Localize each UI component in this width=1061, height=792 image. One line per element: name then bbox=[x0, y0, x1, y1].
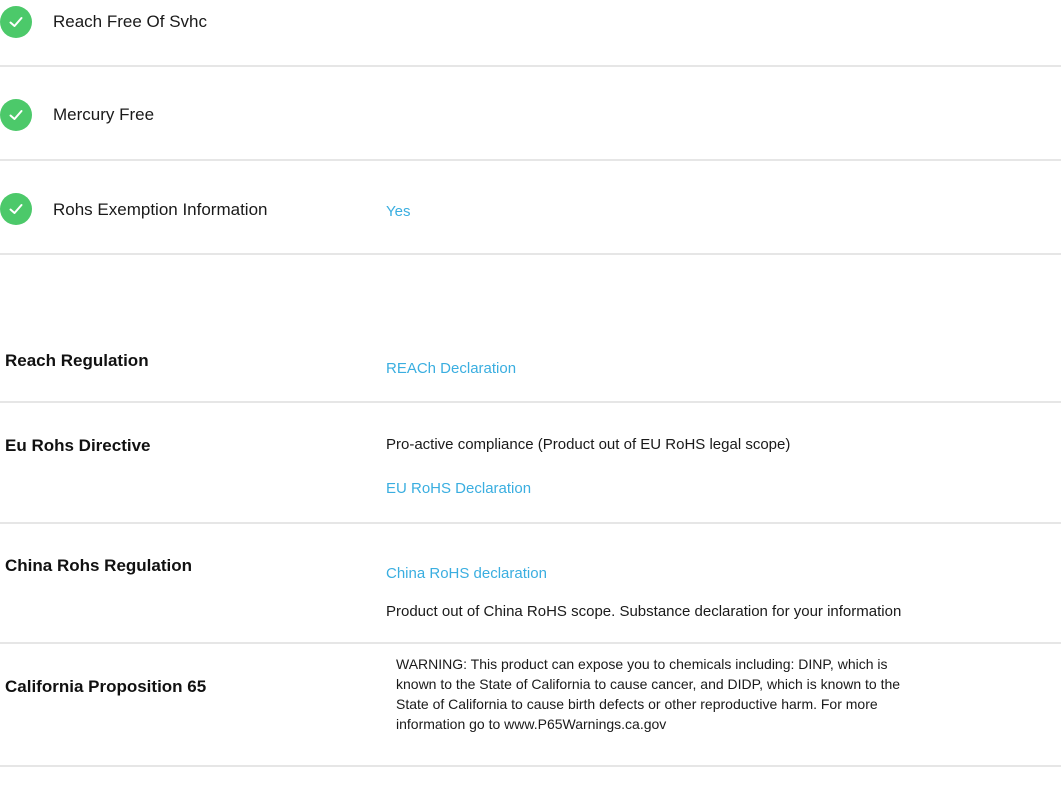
feature-label: Reach Free Of Svhc bbox=[53, 12, 208, 31]
regulation-label: Eu Rohs Directive bbox=[5, 436, 151, 455]
regulation-row-eu-rohs: Eu Rohs Directive Pro-active compliance … bbox=[0, 403, 1061, 523]
check-icon bbox=[0, 99, 32, 131]
feature-row-mercury-free: Mercury Free bbox=[0, 67, 1061, 159]
check-icon bbox=[0, 193, 32, 225]
feature-row-rohs-exemption: Rohs Exemption Information Yes bbox=[0, 161, 1061, 253]
prop65-warning-text: WARNING: This product can expose you to … bbox=[396, 654, 900, 734]
feature-label: Mercury Free bbox=[53, 105, 155, 124]
rohs-exemption-link[interactable]: Yes bbox=[386, 203, 410, 220]
regulation-row-prop65: California Proposition 65 WARNING: This … bbox=[0, 644, 1061, 766]
check-icon bbox=[0, 6, 32, 38]
china-rohs-status-text: Product out of China RoHS scope. Substan… bbox=[386, 603, 902, 620]
regulation-label: Reach Regulation bbox=[5, 351, 149, 370]
warning-line: known to the State of California to caus… bbox=[396, 676, 901, 692]
warning-line: information go to www.P65Warnings.ca.gov bbox=[396, 716, 667, 732]
regulation-row-china-rohs: China Rohs Regulation China RoHS declara… bbox=[0, 524, 1061, 642]
regulation-row-reach: Reach Regulation REACh Declaration bbox=[0, 340, 1061, 400]
reach-declaration-link[interactable]: REACh Declaration bbox=[386, 360, 516, 377]
divider bbox=[0, 765, 1061, 767]
warning-line: WARNING: This product can expose you to … bbox=[396, 656, 888, 672]
eu-rohs-status-text: Pro-active compliance (Product out of EU… bbox=[386, 436, 791, 453]
china-rohs-declaration-link[interactable]: China RoHS declaration bbox=[386, 565, 547, 582]
feature-label: Rohs Exemption Information bbox=[53, 200, 268, 219]
feature-row-reach-free: Reach Free Of Svhc bbox=[0, 0, 1061, 66]
regulation-label: China Rohs Regulation bbox=[5, 556, 192, 575]
divider bbox=[0, 253, 1061, 255]
eu-rohs-declaration-link[interactable]: EU RoHS Declaration bbox=[386, 480, 531, 497]
warning-line: State of California to cause birth defec… bbox=[396, 696, 878, 712]
regulation-label: California Proposition 65 bbox=[5, 677, 207, 696]
